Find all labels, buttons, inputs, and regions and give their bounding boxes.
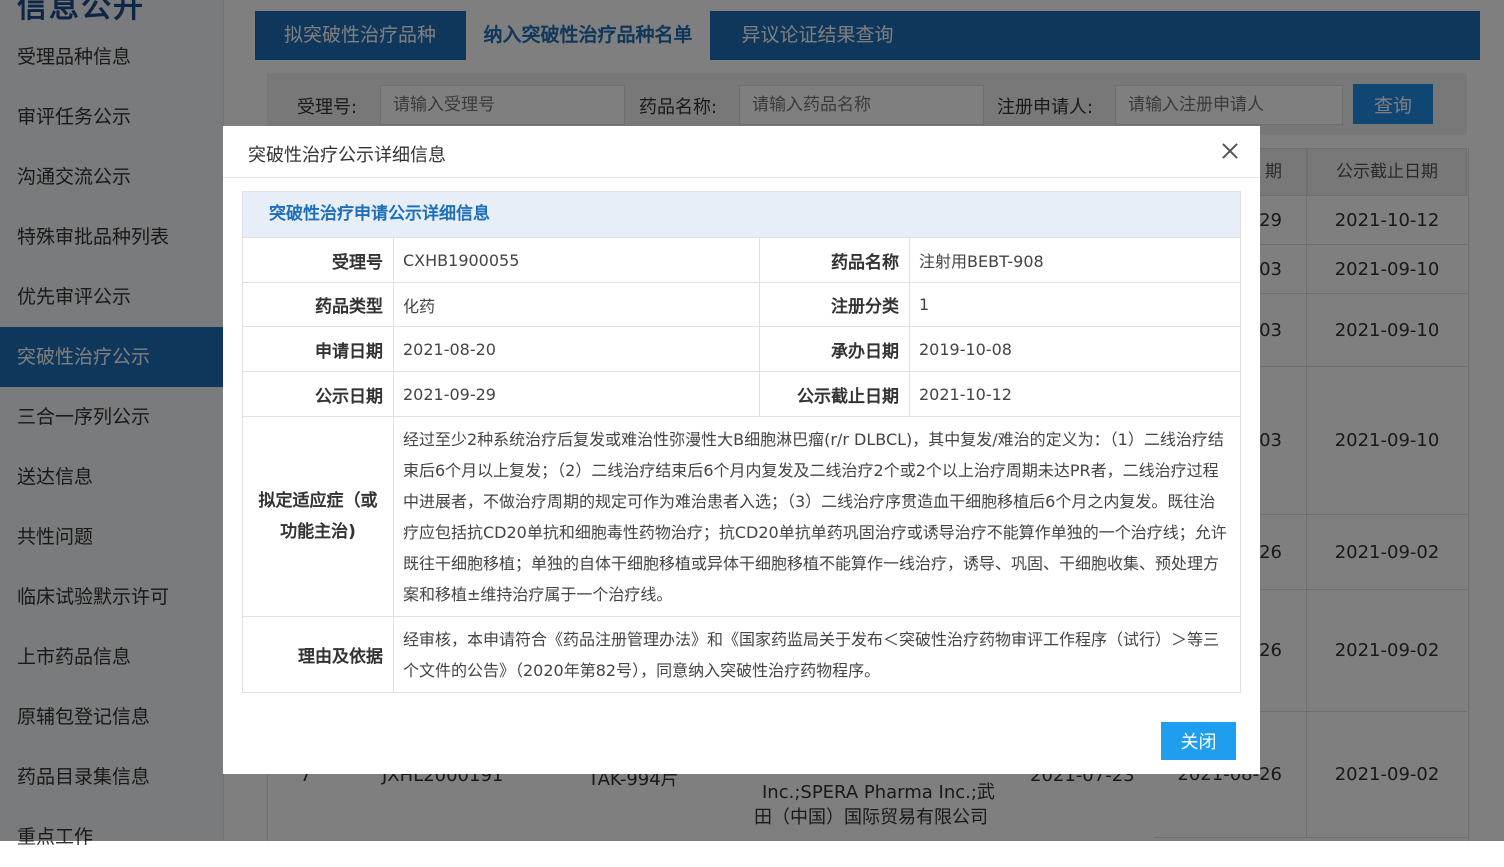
detail-row: 申请日期 2021-08-20 承办日期 2019-10-08 [243,327,1240,372]
indication-label-line1: 拟定适应症（或 [258,490,378,511]
accept-no-field-label: 受理号 [332,252,383,273]
drug-type-field-label: 药品类型 [315,297,383,317]
indication-value: 经过至少2种系统治疗后复发或难治性弥漫性大B细胞淋巴瘤(r/r DLBCL)，其… [403,430,1227,604]
reason-value: 经审核，本申请符合《药品注册管理办法》和《国家药监局关于发布＜突破性治疗药物审评… [403,630,1220,680]
handle-date-value: 2019-10-08 [919,339,1012,359]
detail-row: 药品类型 化药 注册分类 1 [243,283,1240,327]
drug-type-value: 化药 [403,296,436,316]
section-title: 突破性治疗申请公示详细信息 [243,192,1240,238]
detail-row: 理由及依据 经审核，本申请符合《药品注册管理办法》和《国家药监局关于发布＜突破性… [243,617,1240,692]
modal-header: 突破性治疗公示详细信息 [223,126,1260,178]
detail-row: 公示日期 2021-09-29 公示截止日期 2021-10-12 [243,372,1240,417]
deadline-field-label: 公示截止日期 [797,386,899,407]
handle-date-field-label: 承办日期 [831,341,899,362]
indication-label-line2: 功能主治) [280,521,356,542]
drug-name-value: 注射用BEBT-908 [919,252,1044,271]
reason-field-label: 理由及依据 [298,647,383,667]
detail-table: 突破性治疗申请公示详细信息 受理号 CXHB1900055 药品名称 注射用BE… [242,191,1241,693]
drug-name-field-label: 药品名称 [831,252,899,273]
indication-field-label: 拟定适应症（或 功能主治) [243,417,393,616]
apply-date-value: 2021-08-20 [403,339,496,359]
accept-no-value: CXHB1900055 [403,250,520,270]
detail-modal: 突破性治疗公示详细信息 突破性治疗申请公示详细信息 受理号 CXHB190005… [223,126,1260,774]
close-icon[interactable] [1218,139,1242,163]
publish-date-value: 2021-09-29 [403,384,496,404]
modal-title: 突破性治疗公示详细信息 [248,145,446,166]
apply-date-field-label: 申请日期 [315,341,383,362]
publish-date-field-label: 公示日期 [315,386,383,407]
detail-row: 拟定适应症（或 功能主治) 经过至少2种系统治疗后复发或难治性弥漫性大B细胞淋巴… [243,417,1240,617]
detail-row: 受理号 CXHB1900055 药品名称 注射用BEBT-908 [243,238,1240,283]
deadline-value: 2021-10-12 [919,384,1012,404]
reg-class-value: 1 [919,295,930,314]
reg-class-field-label: 注册分类 [831,297,899,317]
close-button[interactable]: 关闭 [1161,722,1236,760]
